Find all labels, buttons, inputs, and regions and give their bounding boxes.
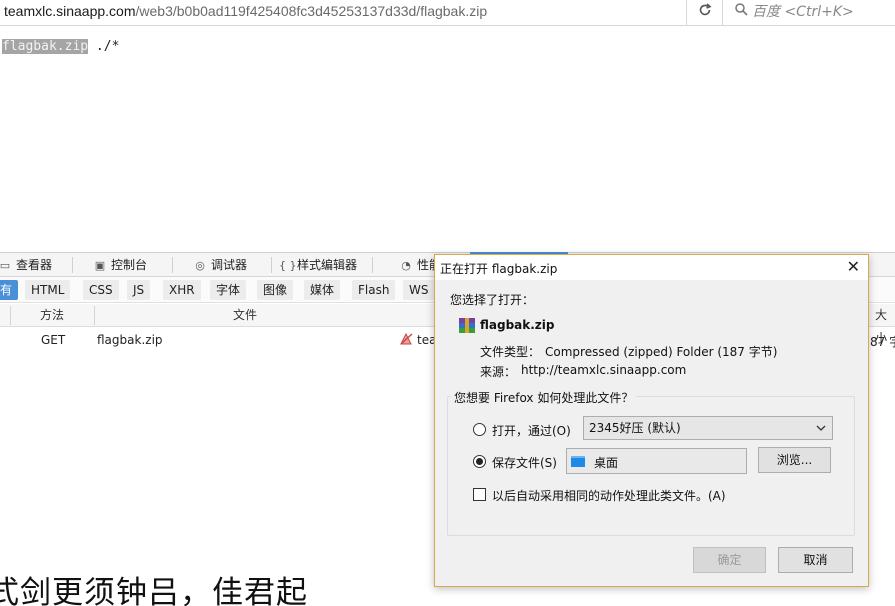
tab-divider	[72, 257, 73, 273]
desktop-folder-icon	[571, 456, 585, 467]
style-editor-icon: { }	[279, 259, 297, 272]
tab-console[interactable]: ▣ 控制台	[93, 253, 147, 277]
tab-debugger[interactable]: ◎ 调试器	[193, 253, 247, 277]
save-file-radio[interactable]	[473, 455, 486, 468]
dialog-title: 正在打开 flagbak.zip	[440, 262, 558, 276]
open-with-app-select[interactable]: 2345好压 (默认)	[583, 416, 833, 440]
auto-action-checkbox[interactable]	[473, 488, 486, 501]
tab-inspector[interactable]: ▭ 查看器	[0, 253, 52, 277]
search-input[interactable]	[752, 2, 892, 22]
dialog-titlebar[interactable]: 正在打开 flagbak.zip ✕	[435, 255, 868, 280]
file-name: flagbak.zip	[480, 318, 555, 332]
open-with-label[interactable]: 打开，通过(O)	[492, 422, 571, 439]
search-divider	[722, 0, 723, 26]
chosen-label: 您选择了打开：	[450, 293, 535, 307]
tab-style-editor[interactable]: { }样式编辑器	[279, 253, 357, 277]
filter-js[interactable]: JS	[127, 280, 151, 300]
open-with-radio[interactable]	[473, 423, 486, 436]
row-size[interactable]: 87 字	[870, 333, 895, 350]
url-host: teamxlc.sinaapp.com	[4, 3, 136, 19]
column-method[interactable]: 方法	[40, 304, 64, 327]
tab-divider	[172, 257, 173, 273]
performance-icon: ◔	[401, 259, 411, 272]
filter-fonts[interactable]: 字体	[210, 280, 247, 300]
debugger-icon: ◎	[195, 259, 205, 272]
ok-button[interactable]: 确定	[693, 547, 766, 573]
filter-css[interactable]: CSS	[83, 280, 119, 300]
inspector-icon: ▭	[0, 259, 11, 272]
save-folder-name: 桌面	[594, 456, 619, 470]
row-file[interactable]: flagbak.zip	[97, 333, 163, 347]
column-divider	[94, 306, 95, 325]
tab-label: 查看器	[16, 258, 53, 272]
cancel-button[interactable]: 取消	[778, 547, 853, 573]
save-file-label[interactable]: 保存文件(S)	[492, 454, 557, 471]
tab-divider	[271, 257, 272, 273]
tab-label: 控制台	[111, 258, 148, 272]
filter-flash[interactable]: Flash	[352, 280, 396, 300]
column-file[interactable]: 文件	[233, 304, 257, 327]
open-with-app-value: 2345好压 (默认)	[589, 421, 681, 435]
column-size[interactable]: 大小	[875, 304, 895, 345]
reload-icon[interactable]	[695, 3, 715, 21]
url-text[interactable]: teamxlc.sinaapp.com/web3/b0b0ad119f42540…	[4, 3, 487, 19]
video-subtitle: 式剑更须钟吕，佳君起	[0, 575, 308, 606]
close-icon[interactable]: ✕	[847, 258, 860, 276]
row-domain-icon	[400, 332, 413, 348]
archive-icon	[459, 318, 475, 333]
source-value: http://teamxlc.sinaapp.com	[521, 363, 687, 377]
browse-button[interactable]: 浏览...	[758, 447, 831, 473]
file-type-label: 文件类型：	[480, 345, 541, 359]
page-text-rest: ./*	[88, 39, 120, 54]
filter-all[interactable]: 有	[0, 280, 19, 300]
row-method[interactable]: GET	[41, 333, 65, 347]
action-question: 您想要 Firefox 如何处理此文件？	[451, 389, 637, 406]
search-icon	[735, 3, 748, 19]
download-dialog: 正在打开 flagbak.zip ✕ 您选择了打开： flagbak.zip 文…	[434, 254, 869, 587]
filter-media[interactable]: 媒体	[304, 280, 341, 300]
file-type-value: Compressed (zipped) Folder (187 字节)	[545, 345, 778, 359]
source-label: 来源：	[480, 365, 517, 379]
tab-label: 样式编辑器	[297, 258, 358, 272]
url-bar[interactable]: teamxlc.sinaapp.com/web3/b0b0ad119f42540…	[0, 0, 895, 26]
tab-label: 调试器	[211, 258, 248, 272]
filter-ws[interactable]: WS	[403, 280, 435, 300]
url-divider	[686, 0, 687, 26]
url-path: /web3/b0b0ad119f425408fc3d45253137d33d/f…	[135, 3, 488, 19]
page-text-line: flagbak.zip ./*	[2, 39, 119, 54]
auto-action-label[interactable]: 以后自动采用相同的动作处理此类文件。(A)	[492, 487, 726, 504]
filter-images[interactable]: 图像	[257, 280, 294, 300]
chevron-down-icon	[816, 417, 826, 448]
column-divider	[10, 306, 11, 325]
console-icon: ▣	[94, 259, 106, 272]
highlighted-filename: flagbak.zip	[2, 39, 89, 54]
filter-html[interactable]: HTML	[25, 280, 71, 300]
save-folder-field[interactable]: 桌面	[566, 448, 747, 474]
filter-xhr[interactable]: XHR	[163, 280, 201, 300]
tab-divider	[372, 257, 373, 273]
